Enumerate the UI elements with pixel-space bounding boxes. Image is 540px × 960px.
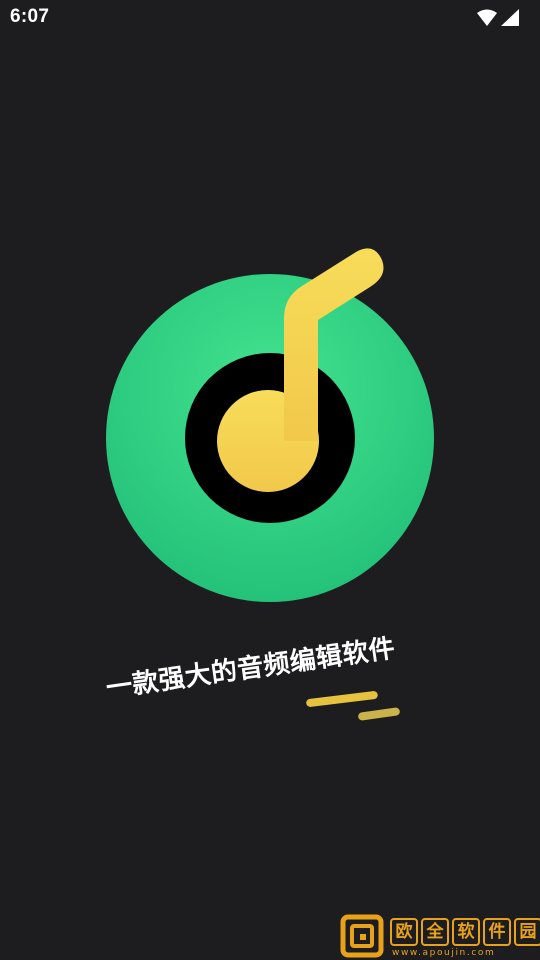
watermark-char: 欧 xyxy=(390,918,418,946)
music-note-disc-icon xyxy=(106,248,434,602)
watermark-text: 欧 全 软 件 园 xyxy=(390,918,540,946)
watermark-char: 全 xyxy=(421,918,449,946)
watermark-char: 件 xyxy=(483,918,511,946)
watermark-char: 软 xyxy=(452,918,480,946)
watermark-char: 园 xyxy=(514,918,540,946)
watermark-logo-icon xyxy=(340,914,384,958)
watermark-url: www.apoujin.com xyxy=(392,948,496,958)
watermark: 欧 全 软 件 园 www.apoujin.com xyxy=(340,912,540,960)
